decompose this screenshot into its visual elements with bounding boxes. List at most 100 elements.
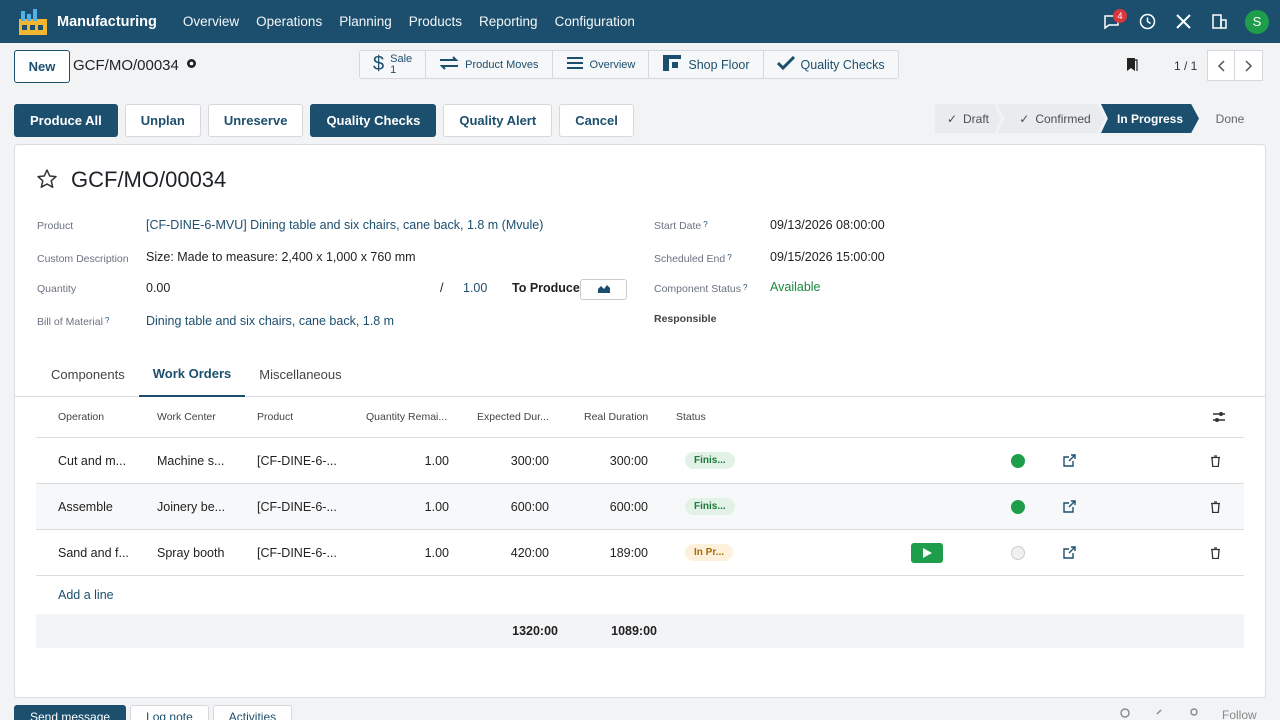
record-title: GCF/MO/00034 [71,167,227,192]
check-icon: ✓ [1019,111,1030,126]
play-icon[interactable] [911,542,943,563]
work-center-cell: Machine s... [157,453,225,468]
pager-next-button[interactable] [1235,50,1264,81]
expected-duration-cell: 300:00 [510,453,549,468]
quality-checks-button[interactable]: Quality Checks [310,104,437,137]
work-center-cell: Spray booth [157,545,225,560]
scheduled-end-field[interactable]: 09/15/2026 15:00:00 [770,250,885,264]
help-icon[interactable]: ? [727,253,731,262]
bookmark-icon[interactable] [1126,57,1138,75]
manufacturing-app-icon[interactable] [16,5,50,39]
tools-icon[interactable] [1165,0,1201,43]
help-icon[interactable]: ? [703,220,707,229]
tab-work-orders[interactable]: Work Orders [138,351,246,397]
add-line-link[interactable]: Add a line [58,576,178,614]
column-work-center[interactable]: Work Center [157,397,252,437]
quality-alert-button[interactable]: Quality Alert [443,104,553,137]
menu-configuration[interactable]: Configuration [555,14,635,29]
follower-icon[interactable] [1188,708,1200,720]
stage-draft-label: Draft [963,111,990,126]
menu-operations[interactable]: Operations [256,14,322,29]
new-button[interactable]: New [14,50,70,83]
expected-duration-cell: 420:00 [510,545,549,560]
trash-icon[interactable] [1210,530,1224,575]
pager-value[interactable]: 1 / 1 [1174,59,1197,73]
open-record-icon[interactable] [1063,530,1079,575]
chatter-actions: Follow [1120,708,1257,720]
menu-planning[interactable]: Planning [339,14,392,29]
clock-icon[interactable] [1129,0,1165,43]
overview-button[interactable]: Overview [553,51,650,78]
status-badge: Finis... [685,452,735,469]
check-icon [776,55,795,73]
product-field[interactable]: [CF-DINE-6-MVU] Dining table and six cha… [146,218,543,232]
stage-confirmed[interactable]: ✓ Confirmed [997,104,1105,133]
help-icon[interactable]: ? [743,283,747,292]
produce-all-button[interactable]: Produce All [14,104,118,137]
start-button[interactable] [911,530,945,575]
table-row[interactable]: Cut and m... Machine s... [CF-DINE-6-...… [36,438,1244,484]
stage-done[interactable]: Done [1199,104,1261,133]
trash-icon[interactable] [1210,484,1224,529]
tab-miscellaneous[interactable]: Miscellaneous [245,351,355,397]
activities-button[interactable]: Activities [212,705,293,720]
menu-overview[interactable]: Overview [183,14,239,29]
column-expected-duration[interactable]: Expected Dur... [477,397,551,437]
follow-button[interactable]: Follow [1222,708,1257,720]
unplan-button[interactable]: Unplan [124,104,201,137]
shop-floor-button[interactable]: Shop Floor [649,51,764,78]
quantity-cell: 1.00 [424,499,449,514]
column-quantity-remaining[interactable]: Quantity Remai... [366,397,450,437]
status-cell: Finis... [685,484,755,529]
app-name[interactable]: Manufacturing [57,14,157,30]
log-note-button[interactable]: Log note [130,705,209,720]
quality-checks-smart-button[interactable]: Quality Checks [764,51,898,78]
stage-in-progress[interactable]: In Progress [1101,104,1199,133]
record-pager: 1 / 1 [1126,50,1264,81]
status-dot-empty [1011,545,1025,560]
building-icon[interactable] [1201,0,1237,43]
column-operation[interactable]: Operation [58,397,153,437]
table-row[interactable]: Sand and f... Spray booth [CF-DINE-6-...… [36,530,1244,576]
menu-products[interactable]: Products [409,14,462,29]
open-record-icon[interactable] [1063,484,1079,529]
quantity-field[interactable]: 0.00 [146,281,170,295]
send-message-button[interactable]: Send message [14,705,127,720]
pager-previous-button[interactable] [1207,50,1236,81]
component-status-label-text: Component Status [654,283,741,295]
form-sheet: GCF/MO/00034 Product [CF-DINE-6-MVU] Din… [14,144,1266,698]
star-icon[interactable] [36,168,58,193]
sale-count: 1 [390,63,397,76]
column-status[interactable]: Status [676,397,756,437]
status-dot-green [1011,499,1025,514]
column-real-duration[interactable]: Real Duration [584,397,664,437]
start-date-field[interactable]: 09/13/2026 08:00:00 [770,218,885,232]
open-record-icon[interactable] [1063,438,1079,483]
status-cell: In Pr... [685,530,755,575]
optional-columns-icon[interactable] [1212,397,1232,437]
forecast-chart-button[interactable] [580,279,627,300]
cancel-button[interactable]: Cancel [559,104,634,137]
column-product[interactable]: Product [257,397,352,437]
user-avatar[interactable]: S [1245,9,1269,34]
product-moves-button[interactable]: Product Moves [426,51,553,78]
sale-smart-button[interactable]: $ Sale 1 [360,51,427,78]
stage-confirmed-label: Confirmed [1035,111,1091,126]
menu-reporting[interactable]: Reporting [479,14,538,29]
custom-description-field[interactable]: Size: Made to measure: 2,400 x 1,000 x 7… [146,250,416,264]
messages-icon[interactable]: 4 [1093,0,1129,43]
trash-icon[interactable] [1210,438,1224,483]
paperclip-icon[interactable] [1154,708,1166,720]
tab-components[interactable]: Components [37,351,139,397]
gear-icon[interactable] [185,57,198,74]
dollar-icon: $ [373,53,385,75]
bom-label-text: Bill of Material [37,316,103,328]
search-icon[interactable] [1120,708,1132,720]
unreserve-button[interactable]: Unreserve [207,104,304,137]
help-icon[interactable]: ? [105,316,109,325]
bom-field[interactable]: Dining table and six chairs, cane back, … [146,314,394,328]
stage-draft[interactable]: ✓ Draft [935,104,1001,133]
quantity-target[interactable]: 1.00 [463,281,487,295]
bom-label: Bill of Material? [37,316,109,328]
table-row[interactable]: Assemble Joinery be... [CF-DINE-6-... 1.… [36,484,1244,530]
